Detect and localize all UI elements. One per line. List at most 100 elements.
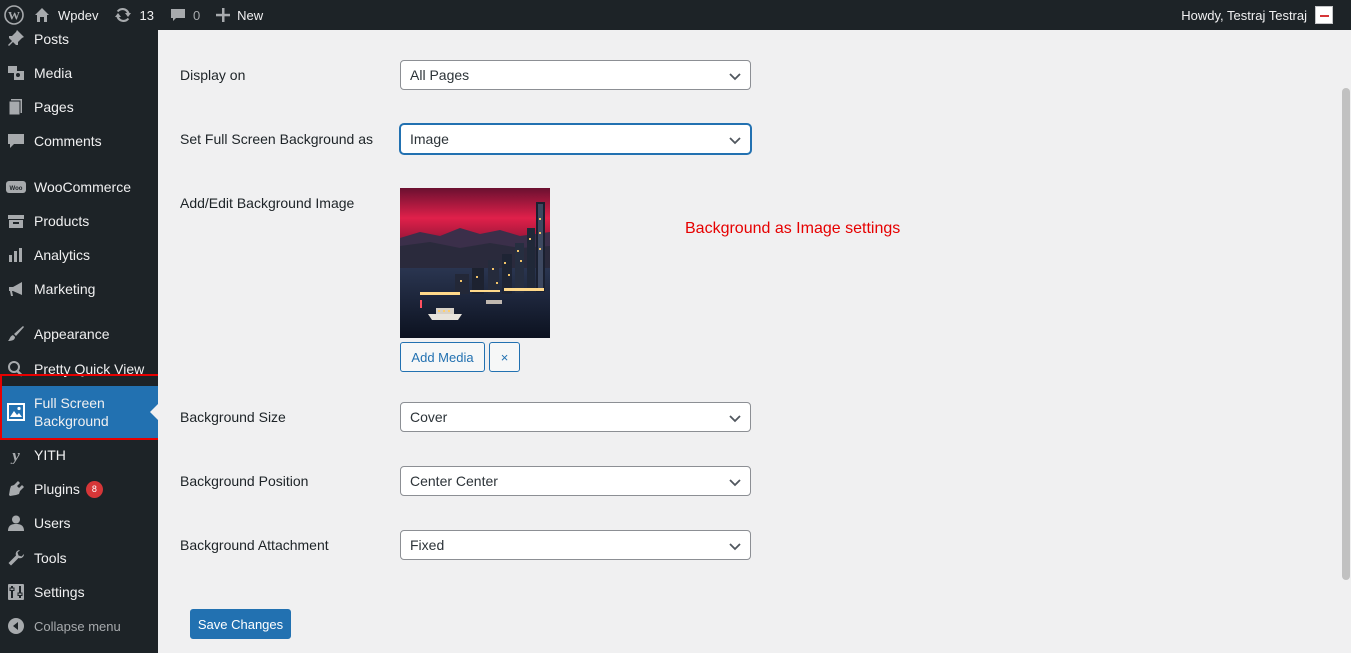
sidebar-item-label: Appearance [34, 326, 110, 342]
new-content-link[interactable]: New [208, 0, 271, 30]
settings-icon [6, 582, 26, 602]
user-icon [6, 513, 26, 533]
pin-icon [6, 29, 26, 49]
background-type-label: Set Full Screen Background as [180, 131, 373, 147]
sidebar-item-label: YITH [34, 447, 66, 463]
sidebar-item-pretty-quick-view[interactable]: Pretty Quick View [0, 352, 158, 386]
sidebar-item-label: Full Screen Background [34, 395, 109, 429]
background-position-select[interactable]: Center Center [400, 466, 751, 496]
new-label: New [237, 7, 264, 23]
sidebar-item-woocommerce[interactable]: Woo WooCommerce [0, 170, 158, 204]
chart-bar-icon [6, 245, 26, 265]
collapse-menu-button[interactable]: Collapse menu [0, 609, 158, 643]
sidebar-item-label: Comments [34, 133, 102, 149]
chevron-down-icon [728, 475, 742, 489]
sidebar-item-appearance[interactable]: Appearance [0, 317, 158, 351]
admin-menu: Posts Media Pages Comments Woo WooCommer… [0, 30, 161, 653]
sidebar-item-label: Users [34, 515, 71, 531]
scrollbar-thumb[interactable] [1342, 88, 1350, 580]
chevron-down-icon [728, 69, 742, 83]
pages-icon [6, 97, 26, 117]
close-icon: × [500, 349, 509, 365]
background-position-value: Center Center [410, 473, 498, 489]
svg-text:W: W [8, 9, 20, 23]
media-icon [6, 63, 26, 83]
background-image-preview [400, 188, 550, 338]
chevron-down-icon [728, 539, 742, 553]
sidebar-item-pages[interactable]: Pages [0, 90, 158, 124]
add-media-button[interactable]: Add Media [400, 342, 485, 372]
howdy-text: Howdy, Testraj Testraj [1181, 7, 1307, 23]
display-on-label: Display on [180, 67, 246, 83]
sidebar-item-label: Plugins [34, 481, 80, 497]
sidebar-item-label: Settings [34, 584, 85, 600]
sidebar-item-label: Pages [34, 99, 74, 115]
wrench-icon [6, 548, 26, 568]
comment-icon [170, 9, 185, 21]
sidebar-item-label: Tools [34, 550, 67, 566]
sidebar-item-label: Products [34, 213, 90, 229]
chevron-down-icon [728, 133, 742, 147]
comments-link[interactable]: 0 [162, 0, 208, 30]
site-name: Wpdev [58, 7, 99, 23]
updates-count: 13 [139, 7, 154, 23]
sidebar-item-yith[interactable]: y YITH [0, 438, 158, 472]
background-attachment-label: Background Attachment [180, 537, 329, 553]
sidebar-item-full-screen-background[interactable]: Full Screen Background [0, 386, 158, 438]
collapse-icon [6, 616, 26, 636]
plus-icon [216, 8, 231, 22]
svg-text:y: y [10, 446, 20, 464]
sidebar-item-comments[interactable]: Comments [0, 124, 158, 158]
sidebar-item-marketing[interactable]: Marketing [0, 272, 158, 306]
brush-icon [6, 324, 26, 344]
add-media-label: Add Media [411, 349, 474, 365]
sidebar-item-posts[interactable]: Posts [0, 22, 158, 56]
my-account[interactable]: Howdy, Testraj Testraj [1181, 0, 1351, 30]
settings-form: Display on All Pages Set Full Screen Bac… [158, 30, 1341, 653]
search-icon [6, 359, 26, 379]
comment-icon [6, 131, 26, 151]
sidebar-item-label: Posts [34, 31, 70, 47]
svg-text:Woo: Woo [10, 186, 23, 192]
home-icon [35, 8, 49, 22]
sidebar-item-tools[interactable]: Tools [0, 541, 158, 575]
display-on-select[interactable]: All Pages [400, 60, 751, 90]
page-scrollbar[interactable] [1341, 30, 1351, 653]
megaphone-icon [6, 279, 26, 299]
sidebar-item-analytics[interactable]: Analytics [0, 238, 158, 272]
archive-icon [6, 211, 26, 231]
background-image-label: Add/Edit Background Image [180, 195, 355, 211]
background-attachment-select[interactable]: Fixed [400, 530, 751, 560]
image-icon [6, 402, 26, 422]
remove-image-button[interactable]: × [489, 342, 520, 372]
sidebar-item-products[interactable]: Products [0, 204, 158, 238]
sidebar-item-media[interactable]: Media [0, 56, 158, 90]
avatar [1315, 6, 1333, 24]
background-size-select[interactable]: Cover [400, 402, 751, 432]
background-position-label: Background Position [180, 473, 309, 489]
sidebar-item-label: Analytics [34, 247, 91, 263]
sidebar-item-label: Collapse menu [34, 618, 121, 634]
admin-bar: W Wpdev 13 0 New Howdy, Testraj Testraj [0, 0, 1351, 30]
chevron-down-icon [728, 411, 742, 425]
sidebar-item-users[interactable]: Users [0, 506, 158, 540]
background-type-select[interactable]: Image [400, 124, 751, 154]
sidebar-item-plugins[interactable]: Plugins 8 [0, 472, 158, 506]
display-on-value: All Pages [410, 67, 470, 83]
save-changes-label: Save Changes [197, 616, 284, 632]
plugin-icon [6, 479, 26, 499]
save-changes-button[interactable]: Save Changes [190, 609, 291, 639]
sidebar-item-label: Marketing [34, 281, 96, 297]
annotation-text: Background as Image settings [685, 220, 901, 237]
background-size-label: Background Size [180, 409, 286, 425]
sidebar-item-label: Pretty Quick View [34, 361, 145, 377]
sidebar-item-settings[interactable]: Settings [0, 575, 158, 609]
sidebar-item-label: Media [34, 65, 73, 81]
yith-icon: y [6, 445, 26, 465]
comments-count: 0 [192, 7, 201, 23]
background-attachment-value: Fixed [410, 537, 445, 553]
woocommerce-icon: Woo [6, 177, 26, 197]
plugins-update-badge: 8 [85, 480, 103, 498]
background-size-value: Cover [410, 409, 448, 425]
background-type-value: Image [410, 131, 449, 147]
